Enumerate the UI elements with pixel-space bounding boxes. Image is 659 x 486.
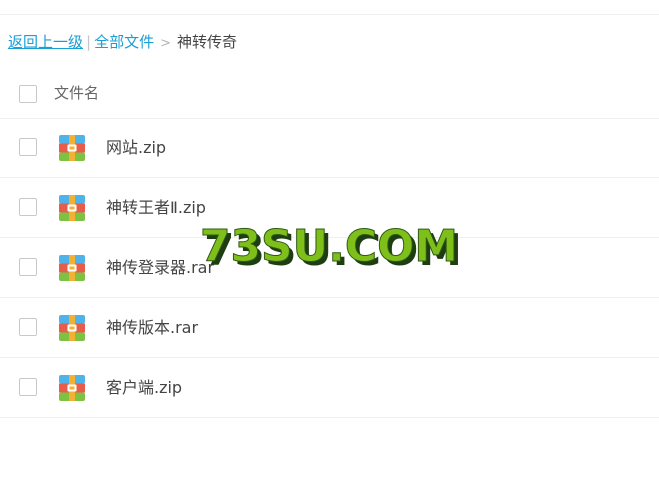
archive-icon [59, 375, 85, 401]
file-row[interactable]: 网站.zip [0, 118, 659, 178]
archive-icon [59, 255, 85, 281]
breadcrumb-separator: | [86, 33, 92, 51]
all-files-link[interactable]: 全部文件 [94, 33, 154, 51]
back-link[interactable]: 返回上一级 [8, 33, 83, 51]
archive-icon [59, 135, 85, 161]
file-checkbox[interactable] [19, 258, 37, 276]
archive-icon [59, 195, 85, 221]
file-checkbox[interactable] [19, 138, 37, 156]
select-all-checkbox[interactable] [19, 85, 37, 103]
file-name[interactable]: 神传版本.rar [106, 317, 198, 339]
current-folder-label: 神转传奇 [177, 33, 238, 51]
file-name[interactable]: 客户端.zip [106, 377, 182, 399]
file-name[interactable]: 神转王者Ⅱ.zip [106, 197, 206, 219]
file-checkbox[interactable] [19, 198, 37, 216]
top-divider [0, 14, 659, 15]
file-row[interactable]: 客户端.zip [0, 358, 659, 418]
file-checkbox[interactable] [19, 318, 37, 336]
list-header: 文件名 [0, 70, 659, 119]
watermark-text: 73SU.COM [200, 221, 458, 272]
breadcrumb: 返回上一级 | 全部文件 > 神转传奇 [8, 32, 237, 52]
archive-icon [59, 315, 85, 341]
file-row[interactable]: 神传版本.rar [0, 298, 659, 358]
breadcrumb-arrow-icon: > [160, 36, 171, 51]
name-column-header: 文件名 [54, 84, 100, 102]
file-checkbox[interactable] [19, 378, 37, 396]
watermark-logo: 73SU.COM 73SU.COM [200, 221, 463, 273]
file-name[interactable]: 网站.zip [106, 137, 166, 159]
